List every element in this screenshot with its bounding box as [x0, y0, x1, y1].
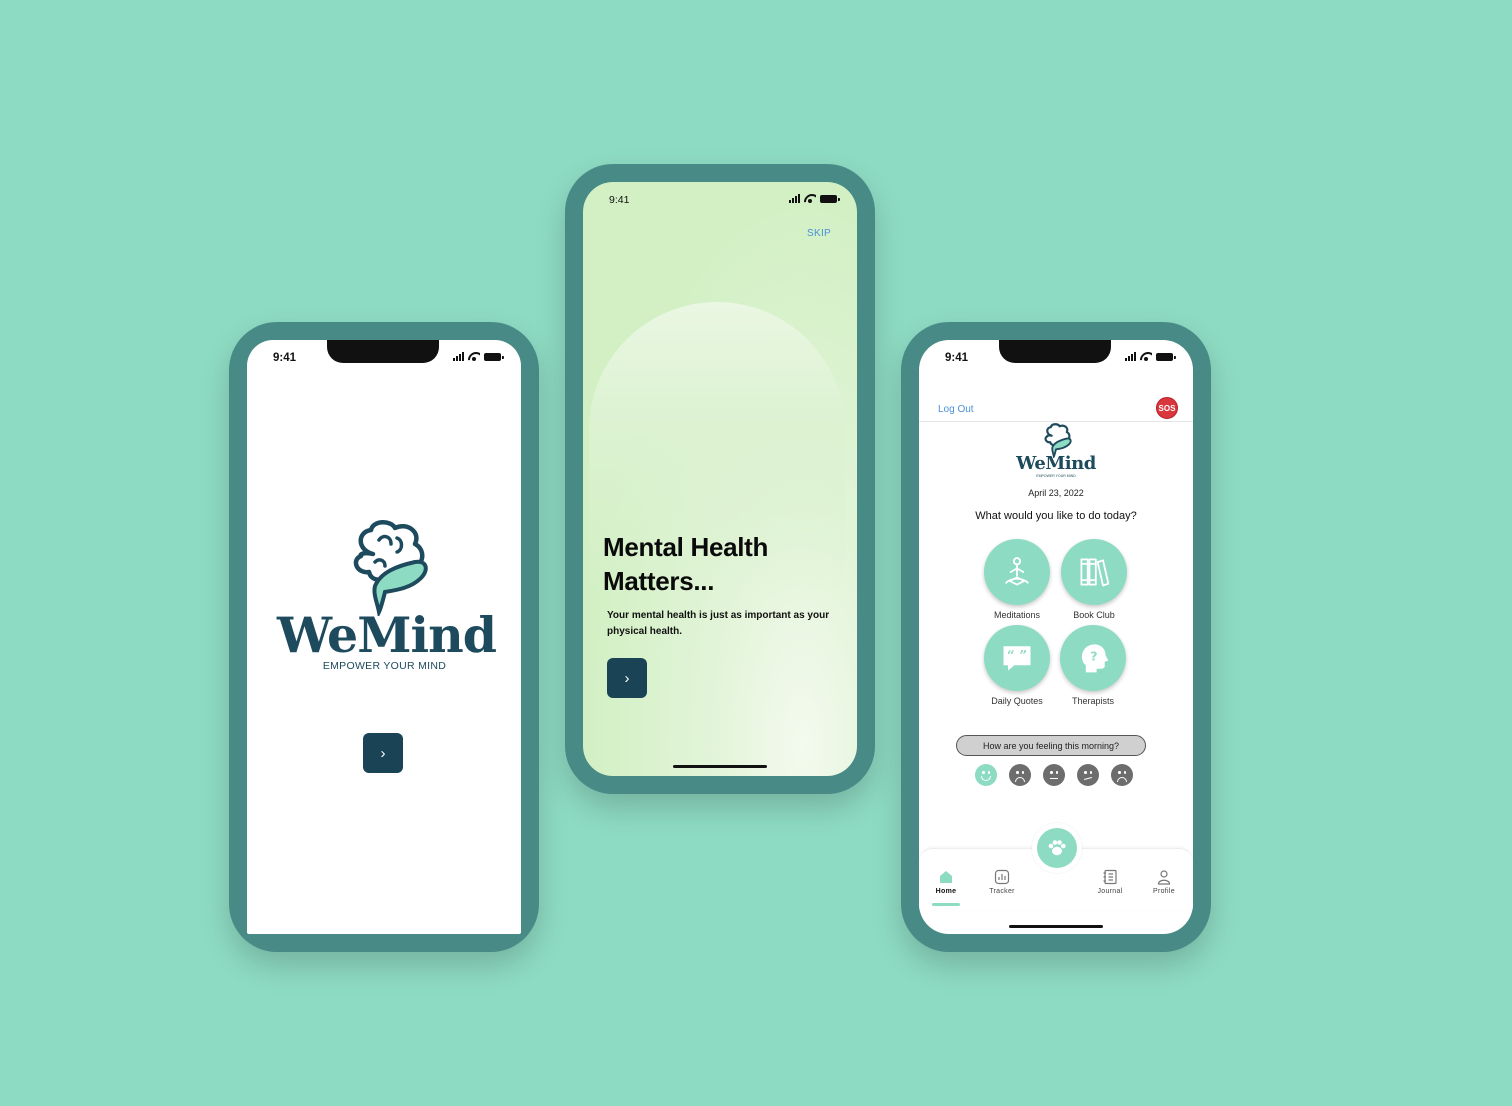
feature-meditations[interactable]: Meditations: [977, 539, 1057, 620]
wifi-icon: [804, 194, 816, 203]
feature-circle: [1061, 539, 1127, 605]
feature-label: Daily Quotes: [991, 696, 1043, 706]
feature-therapists[interactable]: ? Therapists: [1053, 625, 1133, 706]
person-icon: [1157, 870, 1171, 885]
tab-journal[interactable]: Journal: [1087, 869, 1133, 895]
status-icons: [453, 352, 504, 361]
head-question-icon: ?: [1081, 644, 1109, 673]
tab-label: Tracker: [989, 888, 1015, 895]
chevron-right-icon: ›: [380, 744, 386, 762]
tab-label: Profile: [1153, 888, 1175, 895]
brand-wordmark: WeMind: [277, 606, 497, 664]
splash-screen: 9:41 WeMind EMPOWER YOUR MIND ›: [247, 340, 521, 934]
tab-label: Journal: [1097, 888, 1123, 895]
status-time: 9:41: [945, 352, 969, 364]
notch: [327, 340, 439, 363]
wifi-icon: [1140, 352, 1152, 361]
home-screen: 9:41 Log Out SOS WeMind EMPOWER YOUR MIN…: [919, 340, 1193, 934]
books-icon: [1080, 558, 1110, 587]
current-date: April 23, 2022: [1028, 488, 1084, 498]
feature-circle: “ ”: [984, 625, 1050, 691]
daily-question: What would you like to do today?: [975, 510, 1137, 522]
svg-text:“ ”: “ ”: [1007, 649, 1027, 665]
mood-sad-icon[interactable]: [1009, 764, 1031, 786]
brand-tagline: EMPOWER YOUR MIND: [1036, 474, 1076, 478]
onboarding-headline: Mental Health Matters...: [603, 530, 768, 598]
feature-circle: [984, 539, 1050, 605]
status-time: 9:41: [609, 194, 630, 206]
mood-neutral-icon[interactable]: [1043, 764, 1065, 786]
notch: [999, 340, 1111, 363]
feature-book-club[interactable]: Book Club: [1054, 539, 1134, 620]
brand-wordmark: WeMind: [1016, 453, 1096, 474]
chevron-right-icon: ›: [624, 669, 630, 687]
svg-text:?: ?: [1090, 649, 1097, 664]
meditation-icon: [1005, 557, 1029, 586]
battery-icon: [820, 195, 840, 203]
skip-link[interactable]: SKIP: [807, 228, 831, 239]
sos-button[interactable]: SOS: [1156, 397, 1178, 419]
phone-home: 9:41 Log Out SOS WeMind EMPOWER YOUR MIN…: [901, 322, 1211, 952]
home-indicator: [673, 765, 767, 768]
mood-prompt: How are you feeling this morning?: [956, 735, 1146, 756]
tab-tracker[interactable]: Tracker: [979, 869, 1025, 895]
mood-confused-icon[interactable]: [1077, 764, 1099, 786]
battery-icon: [1156, 353, 1176, 361]
onboarding-screen: 9:41 SKIP Mental Health Matters... Your …: [583, 182, 857, 776]
phone-onboarding: 9:41 SKIP Mental Health Matters... Your …: [565, 164, 875, 794]
logout-link[interactable]: Log Out: [938, 404, 974, 415]
feature-circle: ?: [1060, 625, 1126, 691]
feature-label: Meditations: [993, 610, 1041, 620]
center-action-button[interactable]: [1032, 823, 1082, 873]
tab-home[interactable]: Home: [923, 869, 969, 895]
home-icon: [940, 871, 952, 883]
headline-line-1: Mental Health: [603, 532, 769, 562]
notebook-icon: [1103, 869, 1117, 885]
feature-label: Book Club: [1073, 610, 1115, 620]
next-button[interactable]: ›: [363, 733, 403, 773]
chart-icon: [994, 869, 1010, 885]
fab-inner: [1037, 828, 1077, 868]
feature-label: Therapists: [1071, 696, 1115, 706]
signal-icon: [1125, 352, 1136, 361]
battery-icon: [484, 353, 504, 361]
status-time: 9:41: [273, 352, 297, 364]
mood-upset-icon[interactable]: [1111, 764, 1133, 786]
home-indicator: [1009, 925, 1103, 928]
top-bar: Log Out SOS: [919, 378, 1193, 422]
wemind-logo: WeMind EMPOWER YOUR MIND: [919, 422, 1193, 478]
mood-happy-icon[interactable]: [975, 764, 997, 786]
brain-hand-logo-icon: [353, 520, 428, 616]
next-button[interactable]: ›: [607, 658, 647, 698]
status-icons: [1125, 352, 1176, 361]
phone-splash: 9:41 WeMind EMPOWER YOUR MIND ›: [229, 322, 539, 952]
signal-icon: [789, 194, 800, 203]
headline-line-2: Matters...: [603, 566, 715, 596]
signal-icon: [453, 352, 464, 361]
tab-profile[interactable]: Profile: [1141, 869, 1187, 895]
quote-bubble-icon: “ ”: [1003, 646, 1031, 671]
paw-icon: [1048, 840, 1066, 856]
tab-label: Home: [935, 888, 957, 895]
mood-selector: [975, 764, 1133, 786]
wifi-icon: [468, 352, 480, 361]
feature-daily-quotes[interactable]: “ ” Daily Quotes: [977, 625, 1057, 706]
wemind-logo: WeMind EMPOWER YOUR MIND: [277, 516, 497, 672]
active-tab-indicator: [932, 903, 960, 906]
status-icons: [789, 194, 840, 203]
onboarding-body: Your mental health is just as important …: [607, 610, 830, 637]
